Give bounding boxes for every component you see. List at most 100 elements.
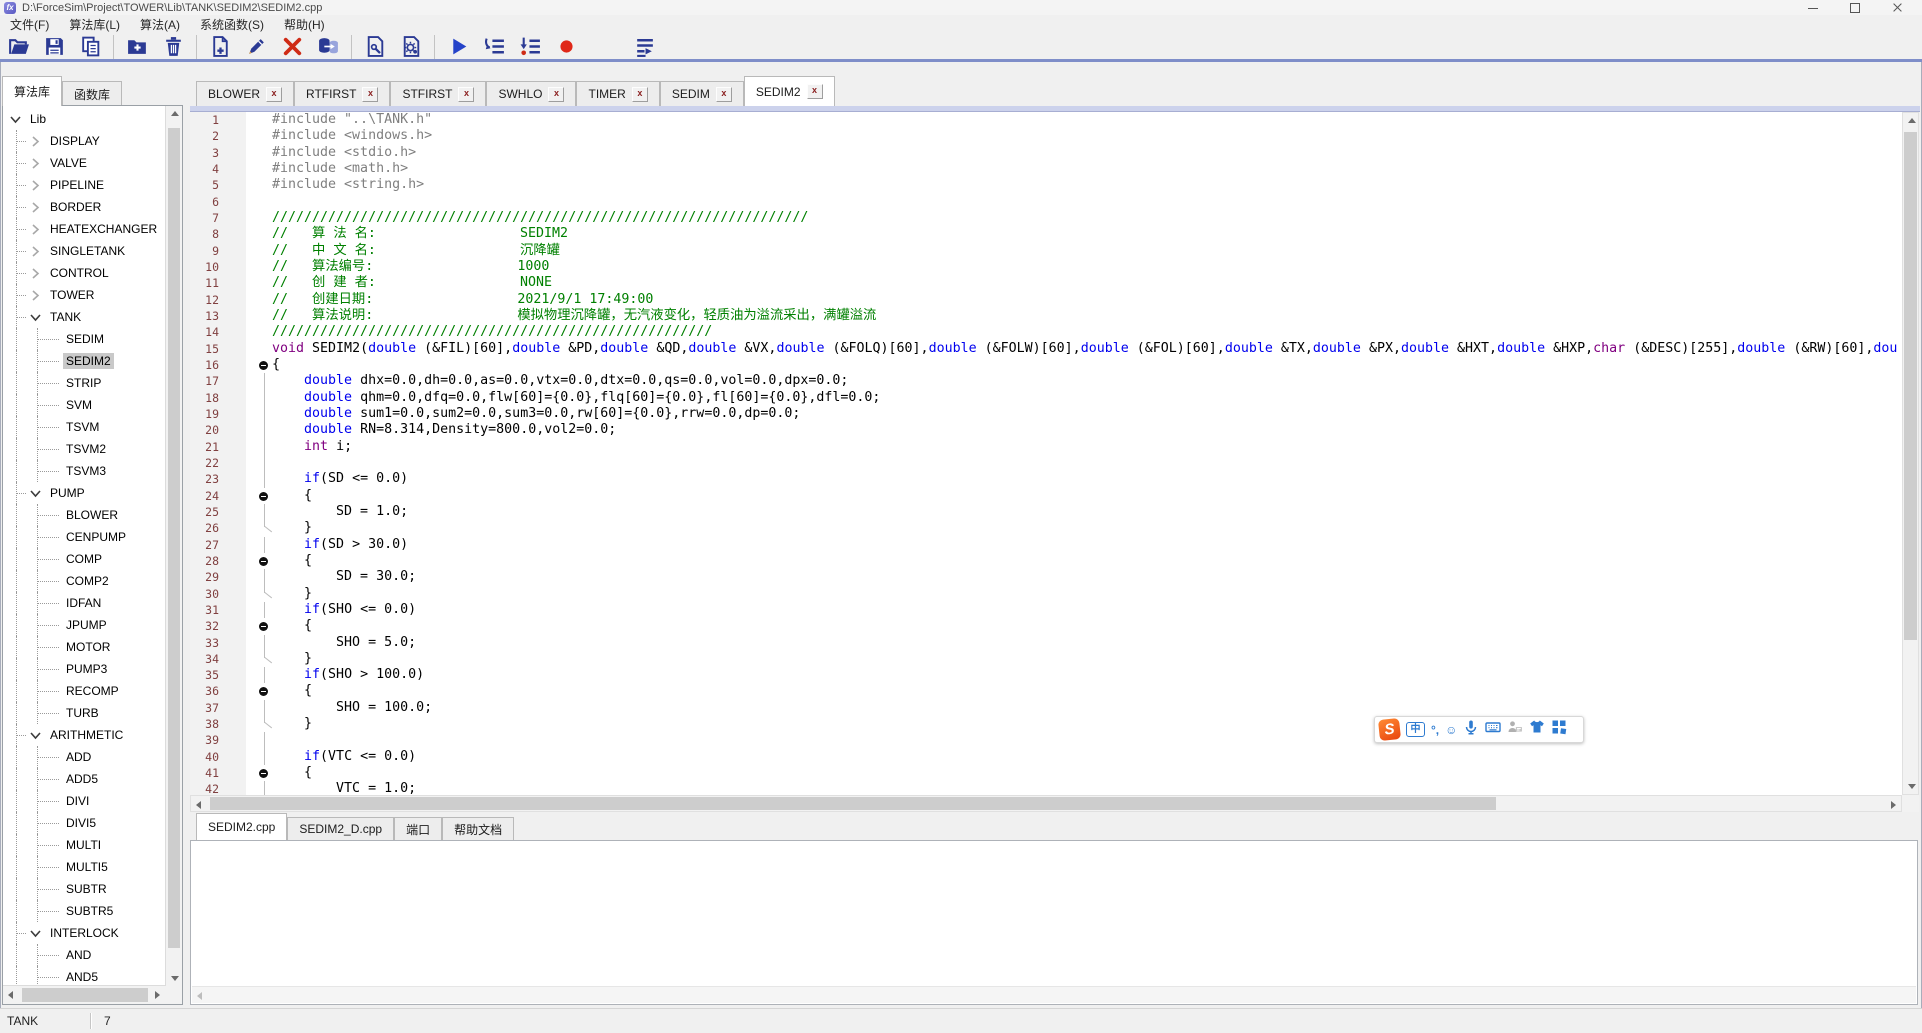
fold-collapse-icon[interactable] bbox=[259, 492, 268, 501]
fold-collapse-icon[interactable] bbox=[259, 769, 268, 778]
keyboard-button[interactable] bbox=[1485, 719, 1501, 740]
scroll-left-icon[interactable] bbox=[197, 992, 202, 1000]
tree-item-comp2[interactable]: COMP2 bbox=[3, 570, 165, 592]
tree-item-tsvm2[interactable]: TSVM2 bbox=[3, 438, 165, 460]
tree-item-recomp[interactable]: RECOMP bbox=[3, 680, 165, 702]
tree-item-tower[interactable]: TOWER bbox=[3, 284, 165, 306]
file-build-button[interactable] bbox=[360, 35, 390, 59]
person-card-button[interactable] bbox=[1507, 719, 1523, 740]
tree-vertical-scrollbar[interactable] bbox=[165, 106, 182, 986]
tree-item-motor[interactable]: MOTOR bbox=[3, 636, 165, 658]
grid-button[interactable] bbox=[1551, 719, 1567, 740]
chevron-right-icon[interactable] bbox=[27, 155, 43, 171]
fold-marker[interactable] bbox=[246, 357, 272, 373]
tree-item-pipeline[interactable]: PIPELINE bbox=[3, 174, 165, 196]
scrollbar-thumb[interactable] bbox=[168, 128, 180, 948]
tree-item-multi[interactable]: MULTI bbox=[3, 834, 165, 856]
scroll-down-icon[interactable] bbox=[171, 976, 179, 981]
close-tab-icon[interactable]: x bbox=[362, 87, 378, 102]
tree-item-display[interactable]: DISPLAY bbox=[3, 130, 165, 152]
tree-item-interlock[interactable]: INTERLOCK bbox=[3, 922, 165, 944]
editor-horizontal-scrollbar[interactable] bbox=[190, 795, 1902, 812]
chevron-down-icon[interactable] bbox=[27, 309, 43, 325]
emoji-icon[interactable]: ☺ bbox=[1445, 723, 1457, 737]
run-button[interactable] bbox=[443, 35, 473, 59]
scroll-down-icon[interactable] bbox=[1908, 784, 1916, 789]
step-list-button[interactable] bbox=[479, 35, 509, 59]
tree-item-lib[interactable]: Lib bbox=[3, 108, 165, 130]
tree-item-comp[interactable]: COMP bbox=[3, 548, 165, 570]
insert-list-button[interactable] bbox=[515, 35, 545, 59]
tree-item-and[interactable]: AND bbox=[3, 944, 165, 966]
document-tab-帮助文档[interactable]: 帮助文档 bbox=[442, 817, 514, 840]
scrollbar-thumb[interactable] bbox=[22, 988, 148, 1002]
chevron-right-icon[interactable] bbox=[27, 243, 43, 259]
file-new-button[interactable] bbox=[205, 35, 235, 59]
tree-item-pump3[interactable]: PUMP3 bbox=[3, 658, 165, 680]
mic-button[interactable] bbox=[1463, 719, 1479, 740]
record-button[interactable] bbox=[551, 35, 581, 59]
menu-item-2[interactable]: 算法(A) bbox=[130, 15, 190, 34]
menu-item-4[interactable]: 帮助(H) bbox=[274, 15, 335, 34]
fold-marker[interactable] bbox=[246, 683, 272, 699]
tree-item-idfan[interactable]: IDFAN bbox=[3, 592, 165, 614]
close-tab-icon[interactable]: x bbox=[458, 87, 474, 102]
minimize-button[interactable] bbox=[1792, 0, 1834, 15]
tree-item-subtr5[interactable]: SUBTR5 bbox=[3, 900, 165, 922]
tree-item-blower[interactable]: BLOWER bbox=[3, 504, 165, 526]
sogou-logo[interactable]: S bbox=[1378, 718, 1401, 741]
paste-button[interactable] bbox=[75, 35, 105, 59]
code-editor[interactable]: 1#include "..\TANK.h"2#include <windows.… bbox=[190, 112, 1902, 795]
chevron-right-icon[interactable] bbox=[27, 133, 43, 149]
tree-item-add[interactable]: ADD bbox=[3, 746, 165, 768]
editor-tab-blower[interactable]: BLOWERx bbox=[196, 81, 294, 106]
tree-item-valve[interactable]: VALVE bbox=[3, 152, 165, 174]
tree-item-tsvm[interactable]: TSVM bbox=[3, 416, 165, 438]
folder-add-button[interactable] bbox=[122, 35, 152, 59]
document-tab-端口[interactable]: 端口 bbox=[394, 817, 442, 840]
maximize-button[interactable] bbox=[1834, 0, 1876, 15]
skin-button[interactable] bbox=[1529, 719, 1545, 740]
scroll-right-icon[interactable] bbox=[1891, 801, 1896, 809]
tree-item-and5[interactable]: AND5 bbox=[3, 966, 165, 985]
fold-collapse-icon[interactable] bbox=[259, 557, 268, 566]
chevron-down-icon[interactable] bbox=[7, 111, 23, 127]
open-folder-button[interactable] bbox=[3, 35, 33, 59]
editor-tab-sedim2[interactable]: SEDIM2x bbox=[744, 76, 835, 106]
scroll-up-icon[interactable] bbox=[1908, 118, 1916, 123]
chinese-mode-icon[interactable]: 中 bbox=[1406, 722, 1425, 737]
editor-tab-stfirst[interactable]: STFIRSTx bbox=[390, 81, 486, 106]
tree-item-multi5[interactable]: MULTI5 bbox=[3, 856, 165, 878]
fold-marker[interactable] bbox=[246, 765, 272, 781]
chevron-down-icon[interactable] bbox=[27, 727, 43, 743]
delete-trash-button[interactable] bbox=[158, 35, 188, 59]
fold-marker[interactable] bbox=[246, 553, 272, 569]
save-button[interactable] bbox=[39, 35, 69, 59]
document-tab-sedim2_d.cpp[interactable]: SEDIM2_D.cpp bbox=[287, 817, 394, 840]
editor-tab-timer[interactable]: TIMERx bbox=[576, 81, 659, 106]
tree-item-svm[interactable]: SVM bbox=[3, 394, 165, 416]
chevron-down-icon[interactable] bbox=[27, 925, 43, 941]
scroll-right-icon[interactable] bbox=[155, 991, 160, 999]
tree-item-pump[interactable]: PUMP bbox=[3, 482, 165, 504]
tree-item-divi[interactable]: DIVI bbox=[3, 790, 165, 812]
close-tab-icon[interactable]: x bbox=[266, 87, 282, 102]
close-tab-icon[interactable]: x bbox=[632, 87, 648, 102]
sidebar-tab-算法库[interactable]: 算法库 bbox=[2, 76, 62, 106]
output-panel[interactable] bbox=[190, 840, 1918, 1005]
close-tab-icon[interactable]: x bbox=[807, 84, 823, 99]
fold-collapse-icon[interactable] bbox=[259, 622, 268, 631]
tree-item-sedim[interactable]: SEDIM bbox=[3, 328, 165, 350]
editor-tab-rtfirst[interactable]: RTFIRSTx bbox=[294, 81, 390, 106]
tree-item-tank[interactable]: TANK bbox=[3, 306, 165, 328]
chevron-right-icon[interactable] bbox=[27, 199, 43, 215]
tree-item-cenpump[interactable]: CENPUMP bbox=[3, 526, 165, 548]
tree-item-singletank[interactable]: SINGLETANK bbox=[3, 240, 165, 262]
tree-item-turb[interactable]: TURB bbox=[3, 702, 165, 724]
chevron-right-icon[interactable] bbox=[27, 287, 43, 303]
scroll-up-icon[interactable] bbox=[171, 111, 179, 116]
tree-item-jpump[interactable]: JPUMP bbox=[3, 614, 165, 636]
menu-item-0[interactable]: 文件(F) bbox=[0, 15, 59, 34]
goto-list-button[interactable] bbox=[629, 35, 659, 59]
scrollbar-thumb[interactable] bbox=[1904, 132, 1917, 640]
